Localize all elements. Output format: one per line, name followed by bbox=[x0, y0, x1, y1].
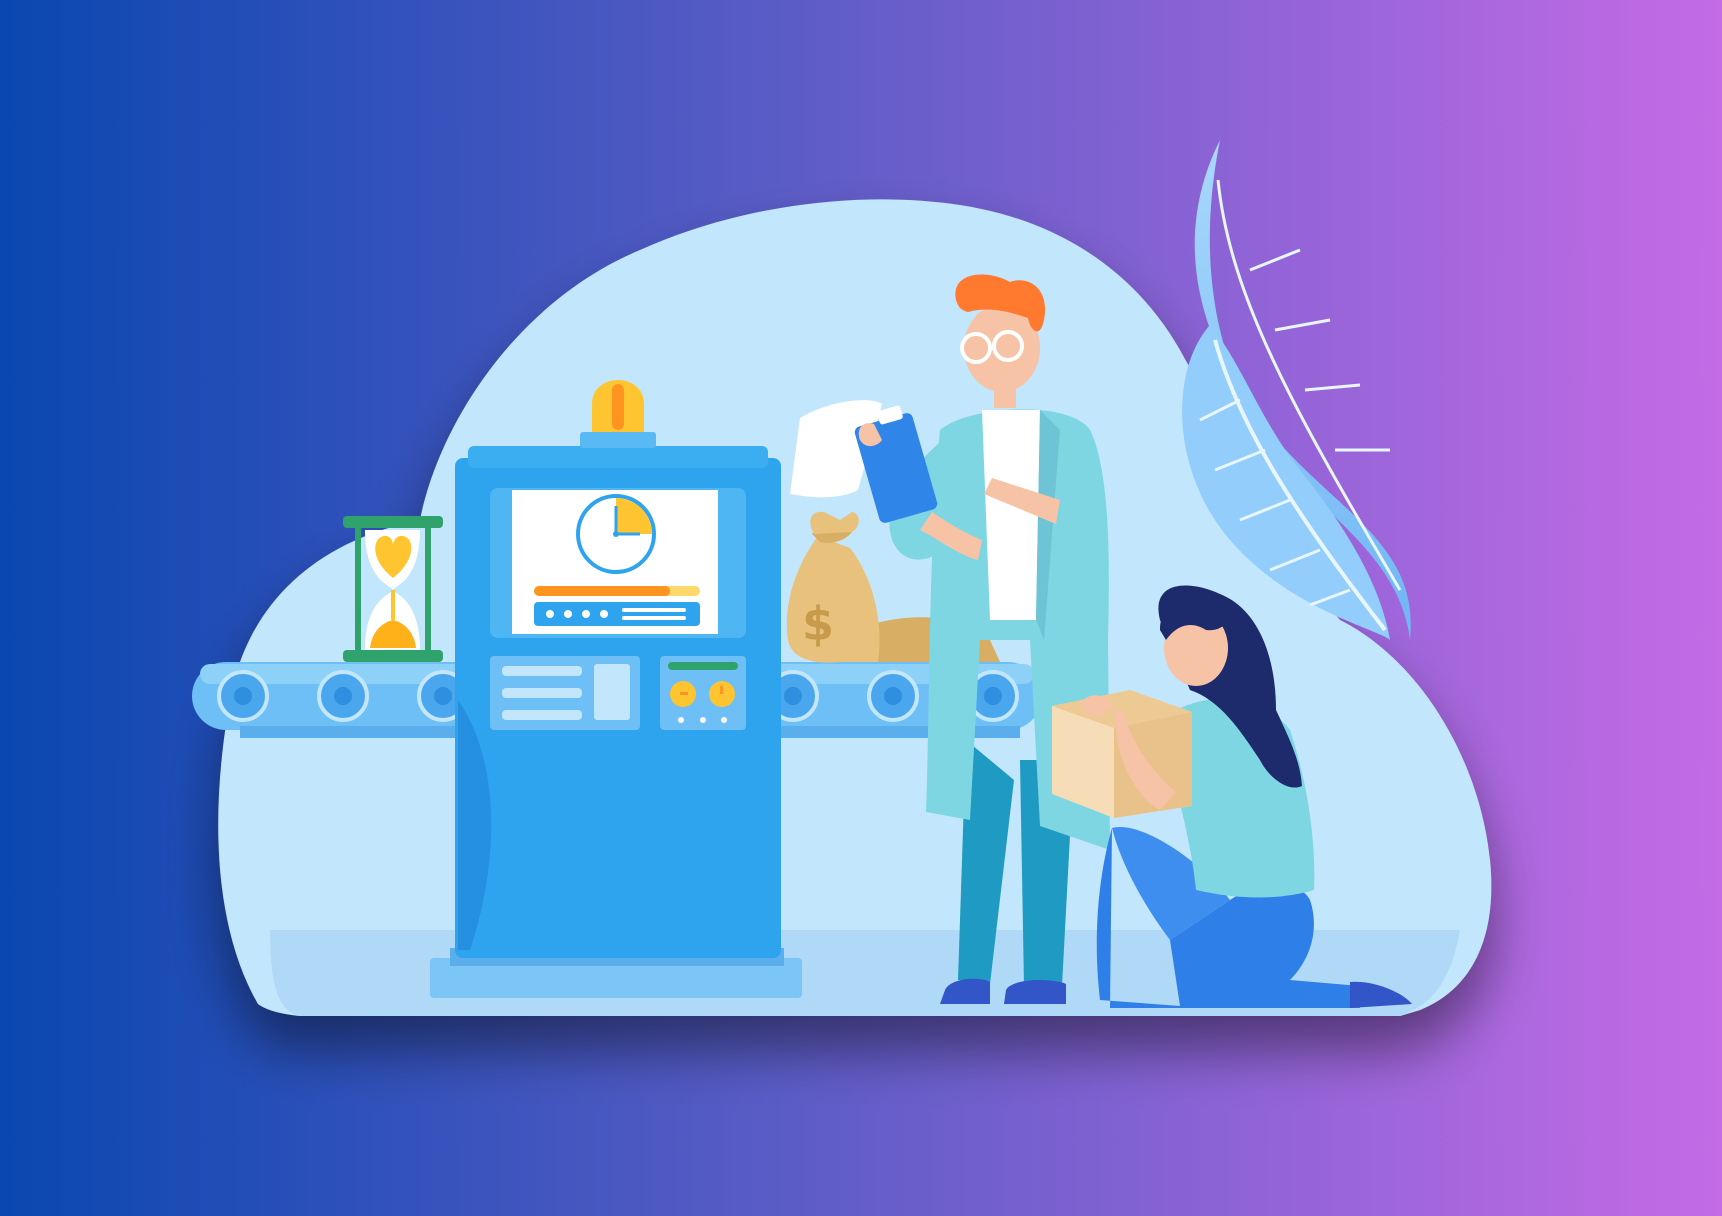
illustration-scene: $ bbox=[0, 0, 1722, 1216]
control-panel bbox=[490, 656, 640, 730]
dollar-sign-icon: $ bbox=[802, 597, 834, 651]
clock-icon bbox=[576, 494, 656, 574]
alarm-light-icon bbox=[592, 380, 644, 432]
gauge-panel bbox=[660, 656, 746, 730]
hourglass-icon bbox=[343, 516, 443, 662]
processing-machine bbox=[430, 380, 802, 998]
progress-bar bbox=[534, 586, 700, 596]
